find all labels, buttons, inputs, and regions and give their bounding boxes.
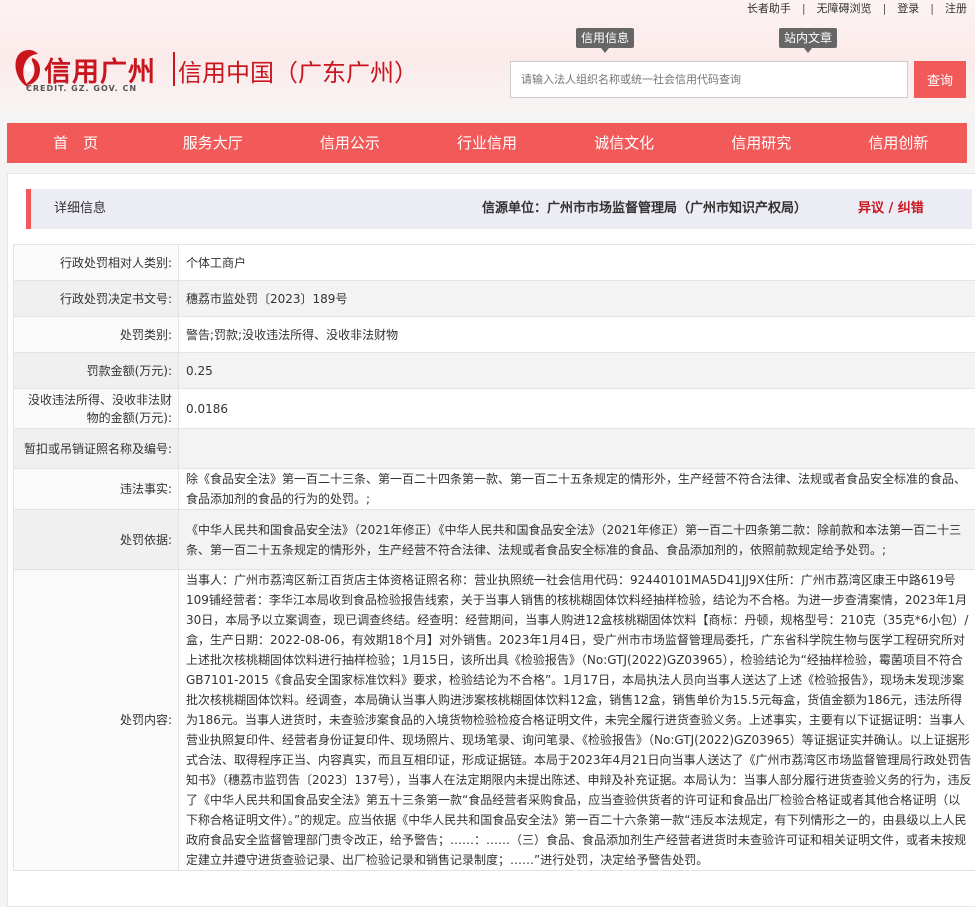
detail-panel: 详细信息 信源单位：广州市市场监督管理局（广州市知识产权局） 异议 / 纠错 行…: [7, 173, 975, 907]
logo-divider: [173, 52, 175, 86]
nav-credit-publicity[interactable]: 信用公示: [281, 123, 418, 163]
penalty-info-table: 行政处罚相对人类别: 个体工商户 行政处罚决定书文号: 穗荔市监处罚〔2023〕…: [13, 244, 975, 871]
logo-subtext: 信用中国（广东广州）: [178, 59, 418, 87]
nav-service-hall[interactable]: 服务大厅: [144, 123, 281, 163]
table-row: 处罚类别: 警告;罚款;没收违法所得、没收非法财物: [13, 316, 975, 353]
register-link[interactable]: 注册: [945, 0, 967, 16]
field-value: 0.0186: [178, 388, 975, 429]
elder-assistant-link[interactable]: 长者助手: [747, 0, 791, 16]
table-row: 行政处罚相对人类别: 个体工商户: [13, 244, 975, 281]
nav-home[interactable]: 首 页: [7, 123, 144, 163]
field-label: 处罚内容:: [13, 569, 179, 871]
table-row: 暂扣或吊销证照名称及编号:: [13, 428, 975, 469]
field-value: 个体工商户: [178, 244, 975, 281]
field-value: 穗荔市监处罚〔2023〕189号: [178, 280, 975, 317]
dispute-link[interactable]: 异议 / 纠错: [858, 189, 924, 229]
field-value: 《中华人民共和国食品安全法》（2021年修正）《中华人民共和国食品安全法》（20…: [178, 509, 975, 570]
table-row: 行政处罚决定书文号: 穗荔市监处罚〔2023〕189号: [13, 280, 975, 317]
site-logo[interactable]: 信用广州 信用中国（广东广州） CREDIT. GZ. GOV. CN: [12, 48, 418, 100]
field-label: 暂扣或吊销证照名称及编号:: [13, 428, 179, 469]
field-label: 违法事实:: [13, 468, 179, 510]
table-row: 罚款金额(万元): 0.25: [13, 352, 975, 389]
login-link[interactable]: 登录: [897, 0, 919, 16]
tab-site-articles[interactable]: 站内文章: [779, 28, 838, 53]
field-value: 警告;罚款;没收违法所得、没收非法财物: [178, 316, 975, 353]
nav-industry-credit[interactable]: 行业信用: [418, 123, 555, 163]
field-label: 行政处罚相对人类别:: [13, 244, 179, 281]
field-value: 0.25: [178, 352, 975, 389]
field-label: 没收违法所得、没收非法财物的金额(万元):: [13, 388, 179, 429]
field-label: 处罚类别:: [13, 316, 179, 353]
table-row: 处罚依据: 《中华人民共和国食品安全法》（2021年修正）《中华人民共和国食品安…: [13, 509, 975, 570]
search-button[interactable]: 查询: [914, 61, 966, 98]
separator: |: [882, 1, 887, 15]
detail-title: 详细信息: [54, 201, 107, 216]
nav-credit-research[interactable]: 信用研究: [693, 123, 830, 163]
table-row: 处罚内容: 当事人：广州市荔湾区新江百货店主体资格证照名称：营业执照统一社会信用…: [13, 569, 975, 871]
search-input[interactable]: [510, 61, 908, 98]
source-unit: 信源单位：广州市市场监督管理局（广州市知识产权局）: [482, 201, 808, 216]
nav-credit-innovation[interactable]: 信用创新: [830, 123, 967, 163]
field-value: 除《食品安全法》第一百二十三条、第一百二十四条第一款、第一百二十五条规定的情形外…: [178, 468, 975, 510]
logo-domain: CREDIT. GZ. GOV. CN: [26, 84, 138, 93]
separator: |: [930, 1, 934, 15]
field-label: 处罚依据:: [13, 509, 179, 570]
detail-header: 详细信息 信源单位：广州市市场监督管理局（广州市知识产权局） 异议 / 纠错: [26, 189, 972, 229]
nav-integrity-culture[interactable]: 诚信文化: [556, 123, 693, 163]
tab-credit-info[interactable]: 信用信息: [576, 28, 635, 53]
main-nav: 首 页 服务大厅 信用公示 行业信用 诚信文化 信用研究 信用创新: [7, 123, 967, 163]
table-row: 没收违法所得、没收非法财物的金额(万元): 0.0186: [13, 388, 975, 429]
field-label: 行政处罚决定书文号:: [13, 280, 179, 317]
field-value: [178, 428, 975, 469]
table-row: 违法事实: 除《食品安全法》第一百二十三条、第一百二十四条第一款、第一百二十五条…: [13, 468, 975, 510]
field-label: 罚款金额(万元):: [13, 352, 179, 389]
separator: |: [801, 1, 806, 15]
field-value: 当事人：广州市荔湾区新江百货店主体资格证照名称：营业执照统一社会信用代码：924…: [178, 569, 975, 871]
top-links: 长者助手 | 无障碍浏览 | 登录 | 注册: [747, 0, 967, 16]
accessibility-link[interactable]: 无障碍浏览: [817, 0, 872, 16]
